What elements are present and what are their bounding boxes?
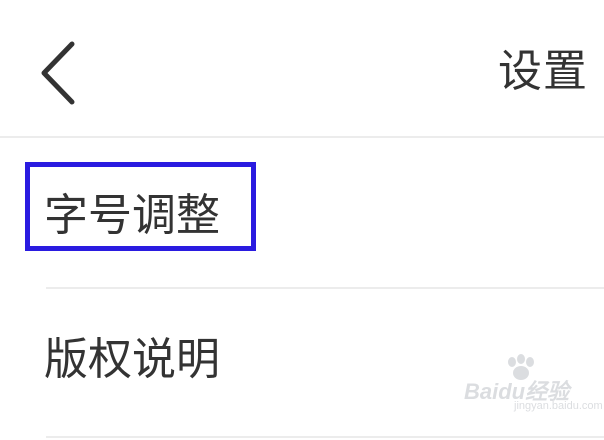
- divider: [0, 136, 604, 138]
- divider: [46, 287, 604, 289]
- menu-item-font-size[interactable]: 字号调整: [0, 150, 604, 290]
- page-title: 设置: [498, 46, 588, 97]
- back-button[interactable]: [30, 38, 90, 108]
- watermark-site: jingyan.baidu.com: [514, 400, 603, 412]
- divider: [46, 436, 604, 438]
- top-bar: 设置: [0, 0, 604, 138]
- menu-item-label: 字号调整: [44, 190, 220, 241]
- menu-item-label: 版权说明: [44, 334, 220, 385]
- watermark: Baidu经验 jingyan.baidu.com: [464, 354, 603, 414]
- chevron-left-icon: [41, 41, 75, 105]
- settings-screen: 设置 字号调整 版权说明 Baidu经验 jingyan.baidu.com: [0, 0, 604, 440]
